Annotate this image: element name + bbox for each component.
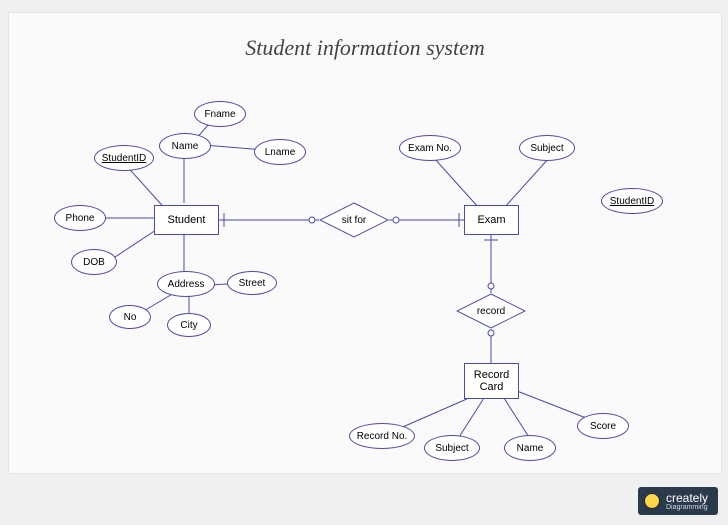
attr-address-city: City <box>167 313 211 337</box>
bulb-icon <box>644 493 660 509</box>
attr-exam-subject: Subject <box>519 135 575 161</box>
creately-watermark: creately Diagramming <box>638 487 718 515</box>
attr-address-street: Street <box>227 271 277 295</box>
attr-record-no: Record No. <box>349 423 415 449</box>
attr-record-subject: Subject <box>424 435 480 461</box>
relationship-record[interactable]: record <box>456 293 526 329</box>
attr-student-id: StudentID <box>94 145 154 171</box>
entity-student[interactable]: Student <box>154 205 219 235</box>
diagram-title: Student information system <box>9 35 721 61</box>
relationship-sit-for-label: sit for <box>342 215 366 226</box>
connectors-layer <box>9 13 721 473</box>
attr-fname: Fname <box>194 101 246 127</box>
attr-address-no: No <box>109 305 151 329</box>
attr-address: Address <box>157 271 215 297</box>
attr-record-score: Score <box>577 413 629 439</box>
watermark-tagline: Diagramming <box>666 504 708 511</box>
attr-phone: Phone <box>54 205 106 231</box>
attr-name: Name <box>159 133 211 159</box>
diagram-canvas: Student information system <box>8 12 722 474</box>
relationship-record-label: record <box>477 306 505 317</box>
attr-exam-no: Exam No. <box>399 135 461 161</box>
relationship-sit-for[interactable]: sit for <box>319 202 389 238</box>
attr-record-name: Name <box>504 435 556 461</box>
attr-lname: Lname <box>254 139 306 165</box>
attr-dob: DOB <box>71 249 117 275</box>
watermark-brand: creately <box>666 491 708 505</box>
watermark-text: creately Diagramming <box>666 491 708 511</box>
entity-exam[interactable]: Exam <box>464 205 519 235</box>
entity-record-card[interactable]: Record Card <box>464 363 519 399</box>
attr-exam-student-id: StudentID <box>601 188 663 214</box>
